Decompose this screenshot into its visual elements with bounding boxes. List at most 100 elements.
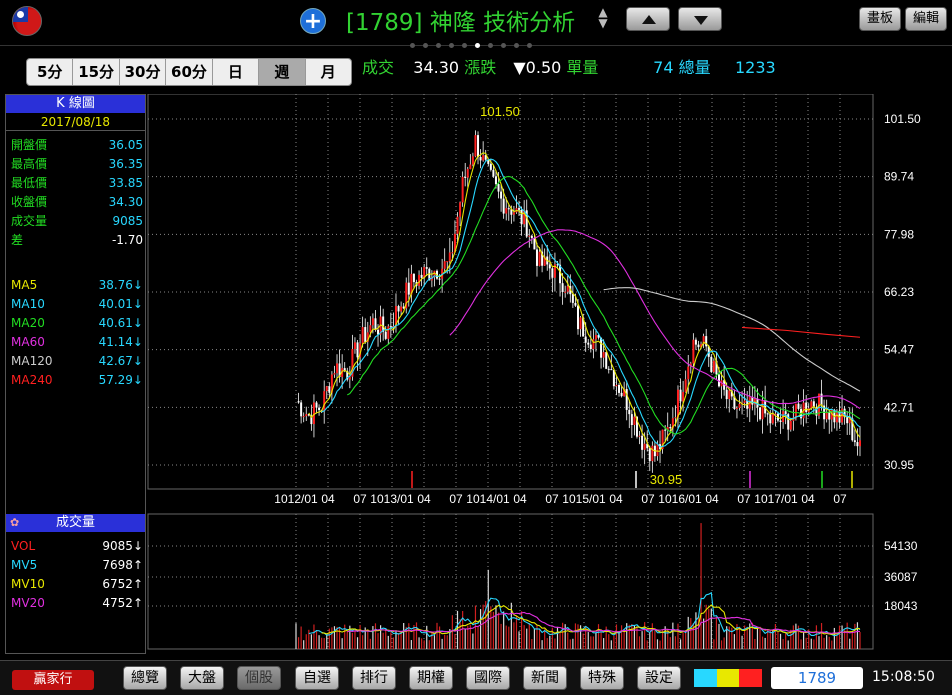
time-tick-label: 1016/01 [658, 492, 702, 506]
candle-body [615, 384, 618, 387]
value-label: 收盤價 [11, 195, 48, 209]
unit-volume-label: 單量 [566, 58, 599, 77]
value-number: 40.01↓ [98, 297, 143, 311]
kline-date: 2017/08/18 [6, 113, 145, 131]
page-dot[interactable] [462, 43, 467, 48]
candle-body [535, 249, 538, 266]
candle-body [297, 401, 300, 403]
nav-button-總覽[interactable]: 總覽 [123, 666, 167, 690]
candle-body [443, 261, 446, 269]
candle-body [500, 191, 503, 199]
candle-body [728, 390, 731, 400]
period-tab-15分[interactable]: 15分 [73, 59, 120, 85]
period-tab-5分[interactable]: 5分 [27, 59, 74, 85]
candle-body [374, 318, 377, 330]
previous-stock-button[interactable] [626, 7, 670, 31]
candle-body [771, 414, 774, 424]
brand-button[interactable]: 贏家行 [12, 670, 94, 690]
candle-body [397, 306, 400, 312]
page-dot[interactable] [514, 43, 519, 48]
candle-body [369, 325, 372, 333]
nav-button-大盤[interactable]: 大盤 [180, 666, 224, 690]
edit-button[interactable]: 編輯 [905, 7, 947, 31]
ma-line-ma240 [741, 326, 861, 338]
candle-body [407, 282, 410, 295]
candle-body [769, 413, 772, 424]
value-row: MV5 7698↑ [11, 556, 143, 574]
page-dot[interactable] [410, 43, 415, 48]
candle-body [589, 344, 592, 349]
candle-body [384, 331, 387, 339]
nav-button-國際[interactable]: 國際 [466, 666, 510, 690]
color-swatch [739, 669, 763, 687]
value-number: 41.14↓ [98, 335, 143, 349]
candle-body [507, 208, 510, 210]
nav-button-設定[interactable]: 設定 [637, 666, 681, 690]
candle-body [336, 363, 339, 374]
price-tick-label: 77.98 [884, 227, 914, 241]
kline-chart[interactable]: 101.50 89.74 77.98 66.23 54.47 42.71 30.95 5413… [146, 94, 952, 656]
time-tick-label: 1013/01 [370, 492, 414, 506]
value-number: 34.30 [108, 195, 143, 209]
color-bar [694, 669, 763, 687]
stock-title[interactable]: [1789] 神隆 技術分析 [346, 3, 575, 37]
candle-body [856, 442, 859, 447]
clock: 15:08:50 [872, 669, 935, 685]
nav-button-新聞[interactable]: 新聞 [523, 666, 567, 690]
page-stepper-icon[interactable]: ▲ ▼ [598, 6, 608, 29]
low-marker: 30.95 [650, 472, 683, 487]
time-tick-label: 07 [353, 492, 367, 506]
page-dot[interactable] [527, 43, 532, 48]
value-row: 收盤價 34.30 [11, 193, 143, 211]
candle-body [448, 252, 451, 262]
page-dot[interactable] [423, 43, 428, 48]
period-tab-30分[interactable]: 30分 [120, 59, 167, 85]
time-tick-label: 1017/01 [754, 492, 798, 506]
time-tick-label: 07 [833, 492, 847, 506]
period-tab-60分[interactable]: 60分 [166, 59, 213, 85]
nav-button-排行[interactable]: 排行 [352, 666, 396, 690]
page-dot[interactable] [488, 43, 493, 48]
candle-body [566, 286, 569, 292]
next-stock-button[interactable] [678, 7, 722, 31]
value-label: 開盤價 [11, 138, 48, 152]
nav-button-個股[interactable]: 個股 [237, 666, 281, 690]
candle-body [618, 384, 621, 393]
candle-body [692, 339, 695, 364]
candle-body [710, 356, 713, 373]
page-indicator[interactable] [410, 33, 540, 52]
value-row: MA5 38.76↓ [11, 276, 143, 294]
page-dot[interactable] [436, 43, 441, 48]
color-swatch [694, 669, 717, 687]
candle-body [312, 402, 315, 425]
page-dot[interactable] [475, 43, 480, 48]
candle-body [828, 412, 831, 420]
page-dot[interactable] [501, 43, 506, 48]
color-swatch [716, 669, 740, 687]
value-row: 開盤價 36.05 [11, 136, 143, 154]
period-tab-日[interactable]: 日 [213, 59, 260, 85]
candle-body [664, 429, 667, 431]
taiwan-flag-icon[interactable] [12, 6, 42, 36]
nav-button-自選[interactable]: 自選 [295, 666, 339, 690]
high-marker: 101.50 [480, 104, 520, 119]
candle-body [656, 444, 659, 457]
total-volume-value: 1233 [735, 58, 776, 77]
board-button[interactable]: 畫板 [859, 7, 901, 31]
value-number: 36.35 [108, 157, 143, 171]
period-tab-月[interactable]: 月 [306, 59, 351, 85]
candle-body [512, 212, 515, 215]
nav-button-期權[interactable]: 期權 [409, 666, 453, 690]
candle-body [648, 448, 651, 462]
time-tick-label: 04 [417, 492, 431, 506]
price-tick-label: 30.95 [884, 458, 914, 472]
period-tab-週[interactable]: 週 [259, 59, 306, 85]
page-dot[interactable] [449, 43, 454, 48]
candle-body [471, 156, 474, 165]
value-label: 最高價 [11, 157, 48, 171]
candle-body [528, 235, 531, 237]
stock-code-input[interactable]: 1789 [771, 667, 863, 689]
add-stock-button[interactable]: + [300, 8, 326, 34]
nav-button-特殊[interactable]: 特殊 [580, 666, 624, 690]
candle-body [587, 342, 590, 345]
